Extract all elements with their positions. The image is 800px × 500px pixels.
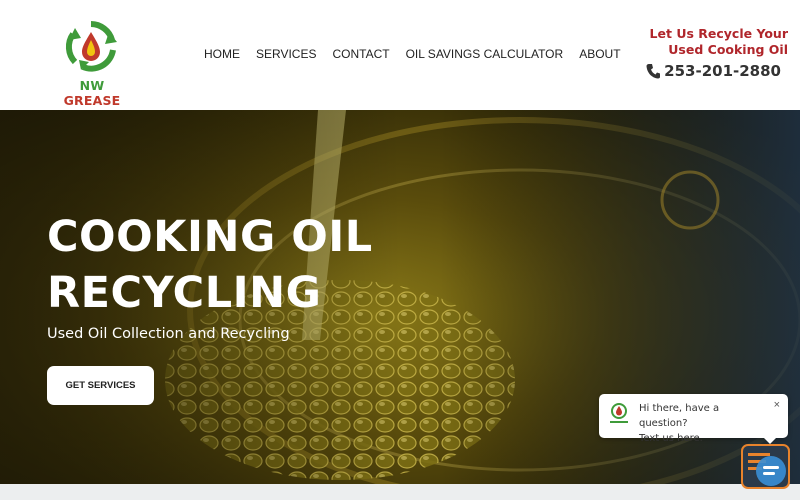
chat-avatar-logo	[610, 403, 628, 423]
chat-text: Hi there, have a question? Text us here.	[639, 401, 765, 446]
chat-prompt[interactable]: Hi there, have a question? Text us here.…	[599, 394, 788, 444]
recycle-drop-icon	[65, 21, 117, 72]
hero-title: COOKING OIL RECYCLING	[47, 209, 373, 321]
close-icon[interactable]: ×	[774, 399, 780, 411]
get-services-button[interactable]: GET SERVICES	[47, 366, 154, 405]
callout-line-1: Let Us Recycle Your	[649, 26, 788, 41]
chat-bubble-tail	[763, 437, 777, 444]
header-callout: Let Us Recycle Your Used Cooking Oil	[650, 26, 788, 58]
logo[interactable]: NW GREASE	[52, 20, 132, 108]
phone-number: 253-201-2880	[664, 62, 781, 80]
phone-icon	[646, 64, 661, 79]
section-divider	[0, 484, 800, 500]
main-nav: HOME SERVICES CONTACT OIL SAVINGS CALCUL…	[204, 47, 637, 61]
site-header: NW GREASE HOME SERVICES CONTACT OIL SAVI…	[0, 0, 800, 110]
nav-contact[interactable]: CONTACT	[332, 47, 389, 61]
nav-services[interactable]: SERVICES	[256, 47, 316, 61]
phone-link[interactable]: 253-201-2880	[646, 62, 781, 80]
hero-title-line-2: RECYCLING	[47, 268, 322, 318]
nav-about[interactable]: ABOUT	[579, 47, 620, 61]
chat-launcher-icon[interactable]	[741, 444, 790, 489]
hero-title-line-1: COOKING OIL	[47, 212, 373, 262]
nav-home[interactable]: HOME	[204, 47, 240, 61]
callout-line-2: Used Cooking Oil	[668, 42, 788, 57]
nav-oil-savings-calculator[interactable]: OIL SAVINGS CALCULATOR	[406, 47, 564, 61]
logo-text: NW GREASE	[63, 78, 121, 108]
chat-line-1: Hi there, have a question?	[639, 403, 720, 429]
hero-subtitle: Used Oil Collection and Recycling	[47, 326, 290, 342]
